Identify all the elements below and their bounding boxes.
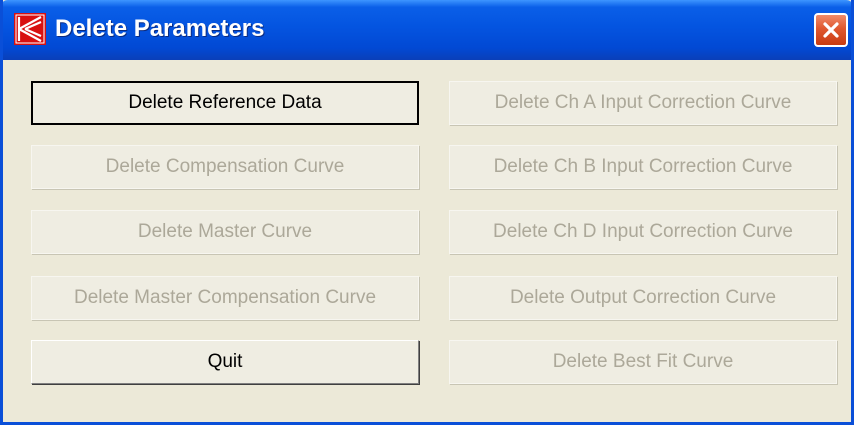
delete-ch-d-input-correction-curve-button: Delete Ch D Input Correction Curve	[449, 210, 837, 254]
delete-ch-a-input-correction-curve-button: Delete Ch A Input Correction Curve	[449, 81, 837, 125]
delete-master-curve-button: Delete Master Curve	[31, 210, 419, 254]
delete-parameters-dialog: Delete Parameters Delete Reference Data …	[0, 0, 854, 425]
title-bar[interactable]: Delete Parameters	[3, 0, 851, 60]
delete-best-fit-curve-button: Delete Best Fit Curve	[449, 340, 837, 384]
delete-output-correction-curve-button: Delete Output Correction Curve	[449, 276, 837, 320]
delete-master-compensation-curve-button: Delete Master Compensation Curve	[31, 276, 419, 320]
close-button[interactable]	[814, 13, 848, 47]
delete-ch-b-input-correction-curve-button: Delete Ch B Input Correction Curve	[449, 145, 837, 189]
delete-reference-data-button[interactable]: Delete Reference Data	[31, 81, 419, 125]
k-logo-icon	[14, 13, 46, 45]
window-title: Delete Parameters	[55, 15, 265, 42]
close-icon	[823, 22, 839, 38]
quit-button[interactable]: Quit	[31, 340, 419, 384]
delete-compensation-curve-button: Delete Compensation Curve	[31, 145, 419, 189]
